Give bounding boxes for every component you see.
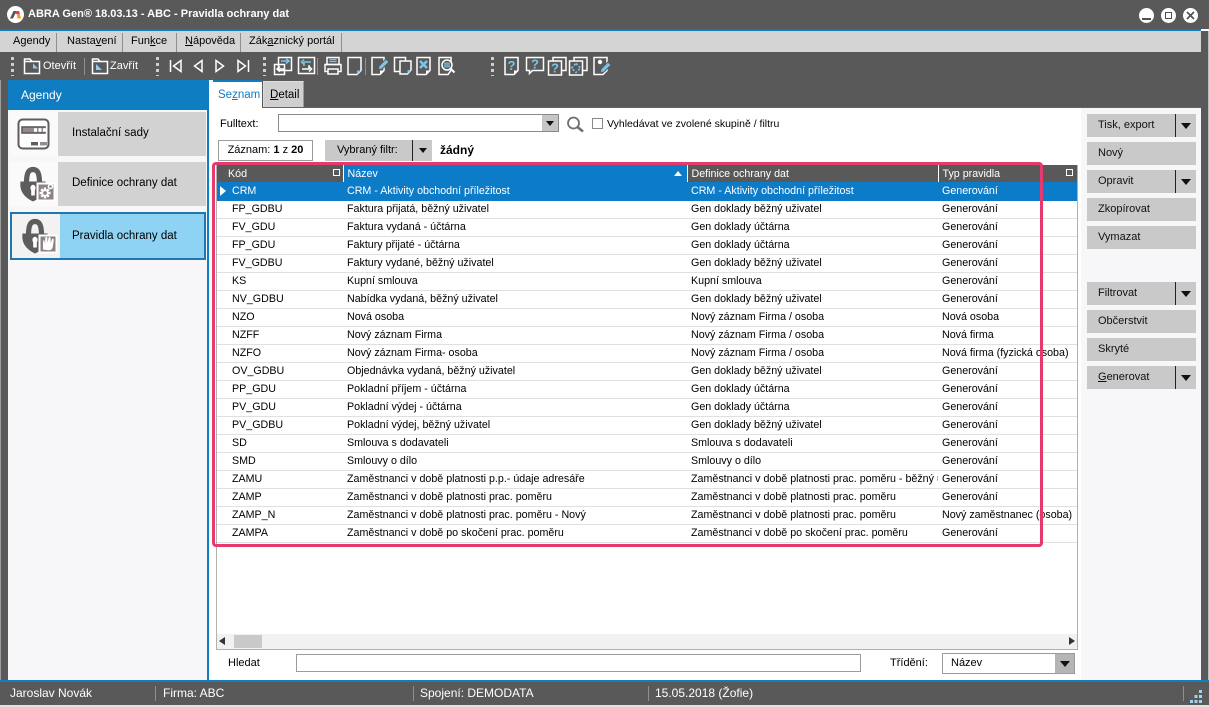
svg-text:?: ? xyxy=(551,61,559,76)
svg-text:?: ? xyxy=(508,58,516,73)
svg-text:?: ? xyxy=(531,57,539,72)
